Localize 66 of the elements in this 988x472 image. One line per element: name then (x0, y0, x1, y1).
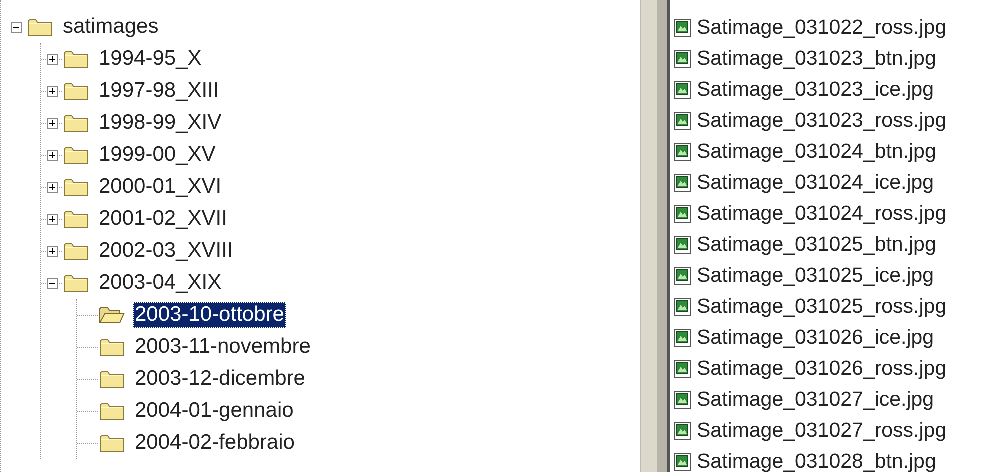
folder-icon (63, 241, 89, 261)
file-name[interactable]: Satimage_031023_ross.jpg (697, 108, 947, 132)
image-file-icon (674, 18, 692, 36)
image-file-icon (674, 422, 692, 440)
folder-icon (99, 433, 125, 453)
folder-name[interactable]: 1994-95_X (97, 46, 204, 72)
folder-icon (63, 49, 89, 69)
folder-name[interactable]: 1997-98_XIII (97, 78, 222, 104)
image-file-icon (674, 328, 692, 346)
file-name[interactable]: Satimage_031024_ice.jpg (697, 170, 934, 194)
folder-name[interactable]: satimages (61, 14, 161, 40)
collapse-icon[interactable] (46, 278, 58, 288)
folder-name[interactable]: 2003-12-dicembre (133, 366, 308, 392)
expand-icon[interactable] (46, 182, 58, 192)
folder-name[interactable]: 2003-10-ottobre (133, 302, 286, 328)
folder-icon (63, 113, 89, 133)
folder-icon (63, 81, 89, 101)
expand-icon[interactable] (46, 214, 58, 224)
file-name[interactable]: Satimage_031023_btn.jpg (697, 46, 936, 70)
file-name[interactable]: Satimage_031025_ross.jpg (697, 294, 947, 318)
file-name[interactable]: Satimage_031025_btn.jpg (697, 232, 936, 256)
file-name[interactable]: Satimage_031026_ice.jpg (697, 326, 934, 350)
folder-name[interactable]: 2000-01_XVI (97, 174, 224, 200)
image-file-icon (674, 50, 692, 68)
file-name[interactable]: Satimage_031023_ice.jpg (697, 78, 934, 102)
file-name[interactable]: Satimage_031027_ross.jpg (697, 418, 947, 442)
image-file-icon (674, 360, 692, 378)
folder-name[interactable]: 2003-04_XIX (97, 270, 224, 296)
expand-icon[interactable] (46, 86, 58, 96)
image-file-icon (674, 112, 692, 130)
expand-icon[interactable] (46, 150, 58, 160)
folder-name[interactable]: 2002-03_XVIII (97, 238, 236, 264)
file-name[interactable]: Satimage_031022_ross.jpg (697, 16, 947, 40)
image-file-icon (674, 266, 692, 284)
folder-name[interactable]: 2004-02-febbraio (133, 430, 297, 456)
folder-icon (63, 177, 89, 197)
folder-name[interactable]: 1998-99_XIV (97, 110, 224, 136)
image-file-icon (674, 298, 692, 316)
folder-icon (63, 209, 89, 229)
folder-icon (63, 273, 89, 293)
folder-name[interactable]: 2001-02_XVII (97, 206, 230, 232)
folder-name[interactable]: 1999-00_XV (97, 142, 218, 168)
image-file-icon (674, 236, 692, 254)
image-file-icon (674, 142, 692, 160)
file-name[interactable]: Satimage_031028_btn.jpg (697, 450, 936, 472)
image-file-icon (674, 174, 692, 192)
image-file-icon (674, 80, 692, 98)
folder-icon (27, 17, 53, 37)
expand-icon[interactable] (46, 118, 58, 128)
file-name[interactable]: Satimage_031027_ice.jpg (697, 388, 934, 412)
image-file-icon (674, 204, 692, 222)
folder-icon (99, 369, 125, 389)
pane-splitter[interactable] (640, 0, 670, 472)
folder-icon (99, 337, 125, 357)
folder-icon (99, 401, 125, 421)
collapse-icon[interactable] (10, 22, 22, 32)
file-name[interactable]: Satimage_031024_ross.jpg (697, 202, 947, 226)
file-name[interactable]: Satimage_031025_ice.jpg (697, 264, 934, 288)
folder-name[interactable]: 2004-01-gennaio (133, 398, 296, 424)
folder-name[interactable]: 2003-11-novembre (133, 334, 313, 360)
file-name[interactable]: Satimage_031026_ross.jpg (697, 356, 947, 380)
expand-icon[interactable] (46, 246, 58, 256)
folder-icon (63, 145, 89, 165)
expand-icon[interactable] (46, 54, 58, 64)
image-file-icon (674, 390, 692, 408)
file-name[interactable]: Satimage_031024_btn.jpg (697, 140, 936, 164)
